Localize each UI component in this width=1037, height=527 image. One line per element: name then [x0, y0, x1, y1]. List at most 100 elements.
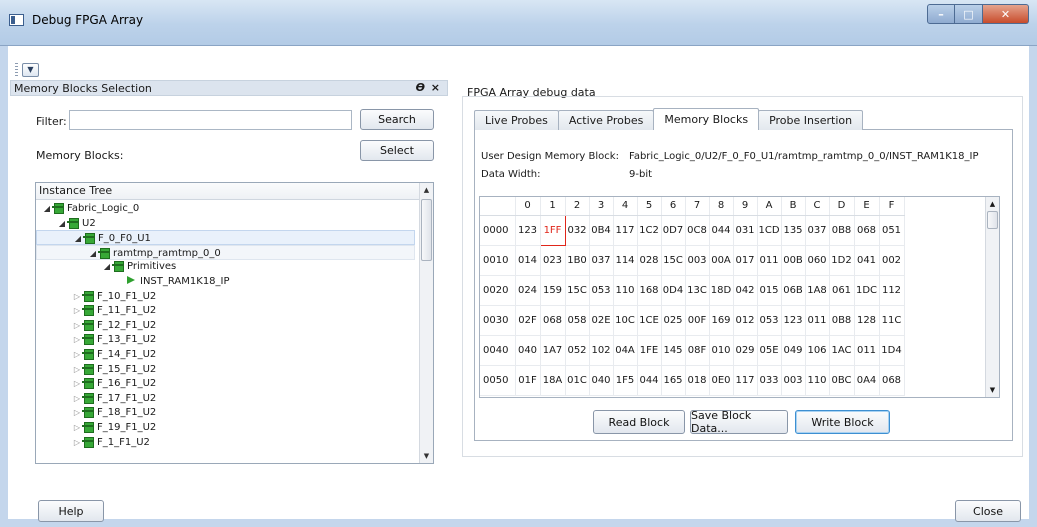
memory-cell[interactable]: 025 — [661, 305, 686, 336]
tree-item[interactable]: ▷ F_11_F1_U2 — [36, 303, 156, 318]
float-icon[interactable]: ϴ — [416, 81, 425, 94]
memory-cell[interactable]: 1A8 — [805, 275, 830, 306]
select-button[interactable]: Select — [360, 140, 434, 161]
tree-item[interactable]: ▷ F_10_F1_U2 — [36, 289, 156, 304]
memory-cell[interactable]: 028 — [637, 245, 662, 276]
memory-cell[interactable]: 010 — [709, 335, 734, 366]
memory-cell[interactable]: 04A — [613, 335, 638, 366]
memory-cell[interactable]: 023 — [540, 245, 566, 276]
collapsed-arrow-icon[interactable]: ▷ — [72, 376, 82, 391]
memory-cell[interactable]: 114 — [613, 245, 638, 276]
memory-cell[interactable]: 0E0 — [709, 365, 734, 396]
collapsed-arrow-icon[interactable]: ▷ — [72, 420, 82, 435]
collapsed-arrow-icon[interactable]: ▷ — [72, 289, 82, 304]
memory-cell[interactable]: 123 — [781, 305, 806, 336]
memory-cell[interactable]: 029 — [733, 335, 758, 366]
memory-cell[interactable]: 112 — [879, 275, 905, 306]
memory-cell[interactable]: 110 — [805, 365, 830, 396]
collapsed-arrow-icon[interactable]: ▷ — [72, 347, 82, 362]
collapsed-arrow-icon[interactable]: ▷ — [72, 332, 82, 347]
collapsed-arrow-icon[interactable]: ▷ — [72, 362, 82, 377]
tree-item[interactable]: ◢ U2 — [36, 216, 96, 231]
tree-item[interactable]: ▷ F_17_F1_U2 — [36, 391, 156, 406]
memory-cell[interactable]: 011 — [805, 305, 830, 336]
memory-cell[interactable]: 11C — [879, 305, 905, 336]
memory-cell[interactable]: 0A4 — [854, 365, 880, 396]
memory-cell[interactable]: 00F — [685, 305, 710, 336]
memory-cell[interactable]: 159 — [540, 275, 566, 306]
expanded-arrow-icon[interactable]: ◢ — [102, 259, 112, 274]
memory-cell[interactable]: 053 — [589, 275, 614, 306]
memory-cell[interactable]: 110 — [613, 275, 638, 306]
memory-cell[interactable]: 15C — [565, 275, 590, 306]
memory-cell[interactable]: 0C8 — [685, 215, 710, 246]
memory-cell[interactable]: 068 — [854, 215, 880, 246]
memory-cell[interactable]: 165 — [661, 365, 686, 396]
close-icon[interactable]: × — [431, 81, 440, 94]
memory-cell[interactable]: 1F5 — [613, 365, 638, 396]
memory-cell[interactable]: 01C — [565, 365, 590, 396]
memory-cell[interactable]: 0B4 — [589, 215, 614, 246]
memory-cell[interactable]: 1D4 — [879, 335, 905, 366]
memory-cell[interactable]: 033 — [757, 365, 782, 396]
memory-cell[interactable]: 08F — [685, 335, 710, 366]
memory-cell[interactable]: 18A — [540, 365, 566, 396]
memory-cell[interactable]: 042 — [733, 275, 758, 306]
memory-cell[interactable]: 068 — [540, 305, 566, 336]
collapsed-arrow-icon[interactable]: ▷ — [72, 318, 82, 333]
memory-cell[interactable]: 003 — [781, 365, 806, 396]
memory-cell[interactable]: 031 — [733, 215, 758, 246]
tree-item[interactable]: ▷ F_14_F1_U2 — [36, 347, 156, 362]
memory-cell[interactable]: 041 — [854, 245, 880, 276]
memory-cell[interactable]: 014 — [515, 245, 541, 276]
instance-tree[interactable]: Instance Tree ◢ Fabric_Logic_0 ◢ U2 ◢ F_0_F0_… — [35, 182, 434, 464]
memory-cell[interactable]: 10C — [613, 305, 638, 336]
memory-cell[interactable]: 040 — [515, 335, 541, 366]
toolbar-grip-icon[interactable] — [15, 63, 18, 77]
toolbar-menu-button[interactable]: ▼ — [22, 63, 39, 77]
memory-cell[interactable]: 18D — [709, 275, 734, 306]
tree-item[interactable]: ◢ F_0_F0_U1 — [36, 230, 415, 246]
memory-cell[interactable]: 053 — [757, 305, 782, 336]
memory-cell[interactable]: 044 — [709, 215, 734, 246]
tree-item[interactable]: ◢ ramtmp_ramtmp_0_0 — [36, 244, 415, 260]
memory-cell[interactable]: 024 — [515, 275, 541, 306]
memory-cell[interactable]: 13C — [685, 275, 710, 306]
tree-item[interactable]: ▷ F_1_F1_U2 — [36, 435, 150, 450]
memory-cell[interactable]: 1FF — [539, 214, 566, 246]
memory-cell[interactable]: 1CE — [637, 305, 662, 336]
table-scrollbar[interactable]: ▲ ▼ — [985, 197, 999, 397]
memory-cell[interactable]: 049 — [781, 335, 806, 366]
memory-cell[interactable]: 0B8 — [829, 305, 855, 336]
memory-cell[interactable]: 012 — [733, 305, 758, 336]
scroll-down-icon[interactable]: ▼ — [420, 449, 433, 463]
write-block-button[interactable]: Write Block — [795, 410, 890, 434]
search-button[interactable]: Search — [360, 109, 434, 130]
tree-item[interactable]: ▷ F_19_F1_U2 — [36, 420, 156, 435]
memory-cell[interactable]: 044 — [637, 365, 662, 396]
memory-cell[interactable]: 15C — [661, 245, 686, 276]
memory-cell[interactable]: 1B0 — [565, 245, 590, 276]
memory-cell[interactable]: 040 — [589, 365, 614, 396]
memory-cell[interactable]: 017 — [733, 245, 758, 276]
filter-input[interactable] — [69, 110, 352, 130]
close-button[interactable]: Close — [955, 500, 1021, 522]
memory-cell[interactable]: 01F — [515, 365, 541, 396]
memory-cell[interactable]: 06B — [781, 275, 806, 306]
read-block-button[interactable]: Read Block — [593, 410, 685, 434]
memory-cell[interactable]: 052 — [565, 335, 590, 366]
memory-cell[interactable]: 1D2 — [829, 245, 855, 276]
memory-cell[interactable]: 061 — [829, 275, 855, 306]
memory-cell[interactable]: 02F — [515, 305, 541, 336]
memory-cell[interactable]: 011 — [757, 245, 782, 276]
collapsed-arrow-icon[interactable]: ▷ — [72, 405, 82, 420]
tree-item[interactable]: ▷ F_13_F1_U2 — [36, 332, 156, 347]
memory-cell[interactable]: 117 — [613, 215, 638, 246]
tree-item[interactable]: ▷ F_18_F1_U2 — [36, 405, 156, 420]
tab-active-probes[interactable]: Active Probes — [557, 110, 655, 130]
memory-cell[interactable]: 060 — [805, 245, 830, 276]
memory-cell[interactable]: 145 — [661, 335, 686, 366]
memory-cell[interactable]: 102 — [589, 335, 614, 366]
tree-item[interactable]: ▷ F_12_F1_U2 — [36, 318, 156, 333]
memory-cell[interactable]: 032 — [565, 215, 590, 246]
